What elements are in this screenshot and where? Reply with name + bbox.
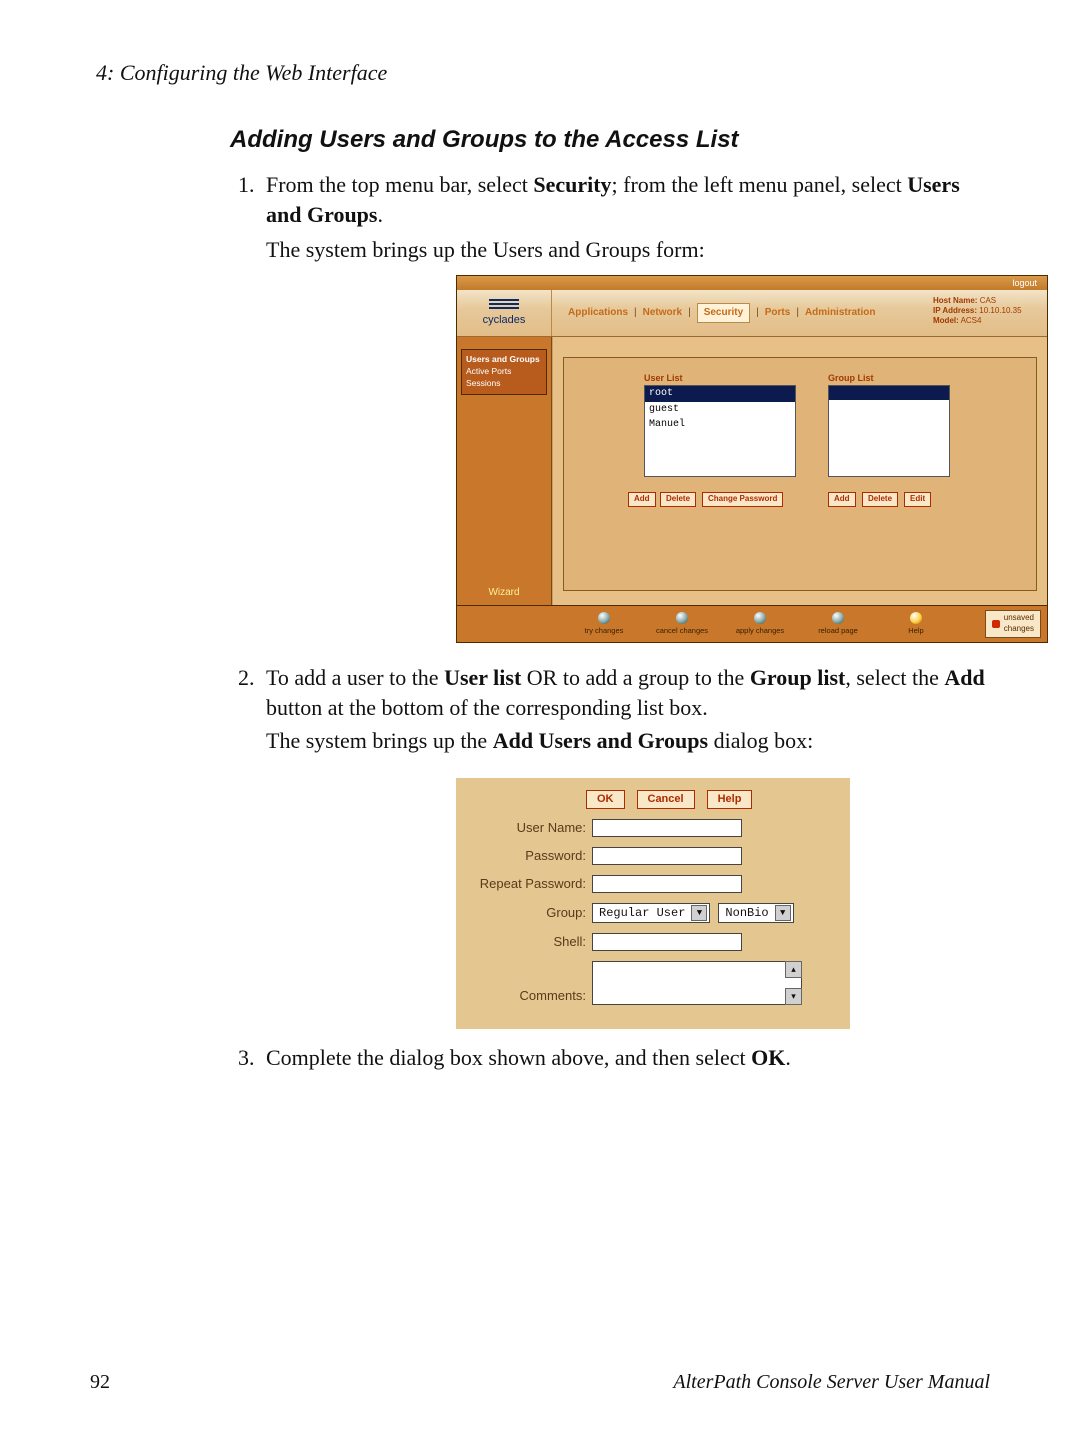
user-list-item[interactable]: root	[645, 386, 795, 402]
menu-applications[interactable]: Applications	[568, 306, 628, 320]
logo-bars-icon	[489, 299, 519, 311]
username-label: User Name:	[468, 819, 592, 837]
step-1-caption: The system brings up the Users and Group…	[266, 237, 705, 262]
dot-icon	[754, 612, 766, 624]
step-2: To add a user to the User list OR to add…	[260, 663, 990, 1029]
comments-label: Comments:	[468, 987, 592, 1005]
wizard-button[interactable]: Wizard	[457, 586, 551, 600]
window-footer: try changes cancel changes apply changes	[457, 605, 1047, 642]
group-add-button[interactable]: Add	[828, 492, 856, 507]
left-nav: Users and Groups Active Ports Sessions W…	[457, 337, 552, 605]
help-icon	[910, 612, 922, 624]
step-1: From the top menu bar, select Security; …	[260, 170, 990, 643]
username-field[interactable]	[592, 819, 742, 837]
shell-label: Shell:	[468, 933, 592, 951]
comments-textarea[interactable]: ▴ ▾	[592, 961, 802, 1005]
add-user-dialog-screenshot: OK Cancel Help User Name: Password: Repe…	[456, 778, 990, 1029]
user-list-item[interactable]: guest	[645, 402, 795, 418]
flag-icon	[992, 620, 1000, 628]
group-extra-select[interactable]: NonBio ▼	[718, 903, 793, 923]
group-delete-button[interactable]: Delete	[862, 492, 898, 507]
section-title: Adding Users and Groups to the Access Li…	[230, 126, 990, 154]
window-top-bar: logout	[457, 276, 1047, 290]
page-number: 92	[90, 1371, 110, 1394]
document-page: 4: Configuring the Web Interface Adding …	[0, 0, 1080, 1440]
chevron-down-icon: ▼	[775, 905, 791, 921]
scroll-up-icon[interactable]: ▴	[785, 961, 802, 978]
users-groups-screenshot: logout cyclades Applications | Network |	[456, 275, 990, 643]
group-list-item[interactable]	[829, 386, 949, 400]
page-footer: 92 AlterPath Console Server User Manual	[90, 1371, 990, 1394]
menu-administration[interactable]: Administration	[805, 306, 876, 320]
logout-link[interactable]: logout	[1012, 277, 1037, 289]
dot-icon	[832, 612, 844, 624]
reload-page-button[interactable]: reload page	[807, 612, 869, 636]
steps-list: From the top menu bar, select Security; …	[230, 170, 990, 1073]
cancel-changes-button[interactable]: cancel changes	[651, 612, 713, 636]
nav-active-ports-sessions[interactable]: Active Ports Sessions	[466, 366, 542, 390]
group-select[interactable]: Regular User ▼	[592, 903, 710, 923]
cancel-button[interactable]: Cancel	[637, 790, 695, 809]
menu-network[interactable]: Network	[643, 306, 682, 320]
shell-field[interactable]	[592, 933, 742, 951]
group-label: Group:	[468, 904, 592, 922]
user-changepw-button[interactable]: Change Password	[702, 492, 783, 507]
main-content: User List root guest Manuel Add Delete C…	[552, 337, 1047, 605]
ok-button[interactable]: OK	[586, 790, 625, 809]
help-button[interactable]: Help	[707, 790, 753, 809]
dot-icon	[598, 612, 610, 624]
brand-logo: cyclades	[457, 290, 552, 336]
step-3: Complete the dialog box shown above, and…	[260, 1043, 990, 1073]
host-info-panel: Host Name: CAS IP Address: 10.10.10.35 M…	[927, 290, 1047, 336]
password-field[interactable]	[592, 847, 742, 865]
group-edit-button[interactable]: Edit	[904, 492, 931, 507]
unsaved-changes-indicator: unsaved changes	[985, 610, 1041, 638]
nav-users-groups[interactable]: Users and Groups	[466, 354, 542, 366]
group-list-box[interactable]	[828, 385, 950, 477]
chevron-down-icon: ▼	[691, 905, 707, 921]
apply-changes-button[interactable]: apply changes	[729, 612, 791, 636]
help-button[interactable]: Help	[885, 612, 947, 636]
user-add-button[interactable]: Add	[628, 492, 656, 507]
try-changes-button[interactable]: try changes	[573, 612, 635, 636]
user-list-item[interactable]: Manuel	[645, 417, 795, 433]
top-menu: Applications | Network | Security | Port…	[552, 290, 927, 336]
manual-title: AlterPath Console Server User Manual	[673, 1371, 990, 1394]
user-list-title: User List	[644, 372, 683, 384]
repeat-password-field[interactable]	[592, 875, 742, 893]
user-delete-button[interactable]: Delete	[660, 492, 696, 507]
menu-ports[interactable]: Ports	[765, 306, 791, 320]
scroll-down-icon[interactable]: ▾	[785, 988, 802, 1005]
dot-icon	[676, 612, 688, 624]
user-list-box[interactable]: root guest Manuel	[644, 385, 796, 477]
repeat-password-label: Repeat Password:	[468, 875, 592, 893]
menu-security[interactable]: Security	[697, 303, 750, 323]
running-header: 4: Configuring the Web Interface	[96, 60, 990, 86]
password-label: Password:	[468, 847, 592, 865]
group-list-title: Group List	[828, 372, 874, 384]
